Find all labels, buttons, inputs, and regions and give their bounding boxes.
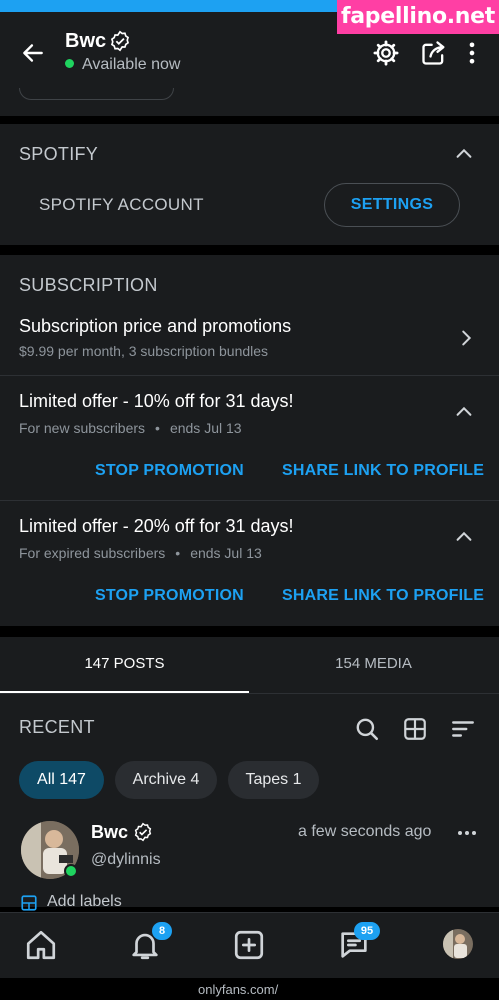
subscription-section: SUBSCRIPTION Subscription price and prom… bbox=[0, 255, 499, 626]
spotify-account-label: SPOTIFY ACCOUNT bbox=[39, 195, 204, 214]
subscription-title: SUBSCRIPTION bbox=[19, 275, 158, 295]
add-labels-button[interactable]: Add labels bbox=[47, 893, 122, 911]
notifications-badge: 8 bbox=[152, 922, 172, 940]
recent-title: RECENT bbox=[19, 717, 95, 737]
messages-badge: 95 bbox=[354, 922, 380, 940]
previous-section-remnant bbox=[0, 88, 499, 116]
stop-promotion-button[interactable]: STOP PROMOTION bbox=[95, 587, 244, 605]
price-row-title: Subscription price and promotions bbox=[19, 316, 292, 336]
verified-icon bbox=[110, 30, 130, 52]
avatar-photo bbox=[443, 929, 473, 959]
offer-meta: For new subscribers • ends Jul 13 bbox=[19, 420, 242, 436]
filter-chip-tapes[interactable]: Tapes 1 bbox=[228, 761, 319, 799]
divider bbox=[0, 500, 499, 501]
chevron-up-icon[interactable] bbox=[453, 143, 475, 165]
price-row-subtitle: $9.99 per month, 3 subscription bundles bbox=[19, 343, 269, 359]
online-indicator bbox=[64, 864, 78, 878]
chevron-right-icon[interactable] bbox=[455, 327, 477, 349]
share-link-to-profile-button[interactable]: SHARE LINK TO PROFILE bbox=[282, 587, 484, 605]
divider bbox=[0, 375, 499, 376]
tab-posts[interactable]: 147 POSTS bbox=[0, 655, 249, 672]
chevron-up-icon[interactable] bbox=[453, 526, 475, 548]
stop-promotion-button[interactable]: STOP PROMOTION bbox=[95, 462, 244, 480]
offer-title: Limited offer - 20% off for 31 days! bbox=[19, 516, 294, 536]
back-arrow-icon[interactable] bbox=[20, 40, 46, 66]
profile-avatar[interactable] bbox=[443, 929, 473, 959]
divider bbox=[0, 693, 499, 694]
spotify-title: SPOTIFY bbox=[19, 144, 99, 164]
post-timestamp: a few seconds ago bbox=[298, 823, 432, 840]
share-icon[interactable] bbox=[420, 39, 448, 67]
add-post-icon[interactable] bbox=[232, 928, 266, 962]
bottom-navigation: 8 95 bbox=[0, 912, 499, 978]
more-vertical-icon[interactable] bbox=[458, 39, 486, 67]
post-handle[interactable]: @dylinnis bbox=[91, 851, 161, 869]
watermark: fapellino.net bbox=[337, 0, 499, 34]
home-icon[interactable] bbox=[24, 928, 58, 962]
filter-chip-archive[interactable]: Archive 4 bbox=[115, 761, 217, 799]
chevron-up-icon[interactable] bbox=[453, 401, 475, 423]
post-author[interactable]: Bwc bbox=[91, 822, 128, 843]
online-dot bbox=[65, 59, 74, 68]
filter-chip-all[interactable]: All 147 bbox=[19, 761, 104, 799]
availability-status: Available now bbox=[65, 56, 180, 74]
label-icon bbox=[21, 895, 37, 911]
header-name: Bwc bbox=[65, 30, 107, 52]
gear-icon[interactable] bbox=[372, 39, 400, 67]
verified-icon bbox=[134, 822, 152, 842]
sort-icon[interactable] bbox=[450, 716, 476, 742]
more-horizontal-icon[interactable] bbox=[455, 821, 479, 845]
previous-section-button[interactable] bbox=[19, 88, 174, 100]
offer-title: Limited offer - 10% off for 31 days! bbox=[19, 391, 294, 411]
tab-media[interactable]: 154 MEDIA bbox=[249, 655, 498, 672]
settings-button[interactable]: SETTINGS bbox=[324, 183, 460, 227]
offer-meta: For expired subscribers • ends Jul 13 bbox=[19, 545, 262, 561]
grid-view-icon[interactable] bbox=[402, 716, 428, 742]
search-icon[interactable] bbox=[354, 716, 380, 742]
spotify-section: SPOTIFY SPOTIFY ACCOUNT SETTINGS bbox=[0, 124, 499, 245]
browser-url-fragment: onlyfans.com/ bbox=[0, 978, 499, 1000]
share-link-to-profile-button[interactable]: SHARE LINK TO PROFILE bbox=[282, 462, 484, 480]
